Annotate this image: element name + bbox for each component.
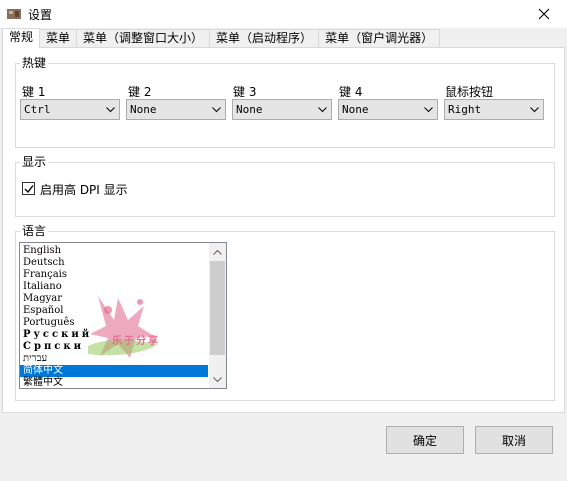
hotkeys-group: 热键 键 1 Ctrl 键 2 None 键 3 None 键 4 None 鼠…: [15, 55, 555, 148]
tab-general[interactable]: 常规: [2, 28, 41, 48]
key3-value: None: [236, 103, 263, 116]
list-item[interactable]: Magyar: [20, 293, 226, 305]
close-icon: [538, 8, 550, 20]
key4-label: 键 4: [339, 85, 363, 99]
tab-menu[interactable]: 菜单: [39, 29, 78, 48]
chevron-down-icon: [213, 376, 222, 382]
tab-menu-resize[interactable]: 菜单（调整窗口大小）: [76, 29, 211, 48]
hotkeys-group-title: 热键: [20, 55, 49, 71]
scroll-up-button[interactable]: [209, 243, 226, 260]
chevron-down-icon: [212, 100, 221, 119]
key1-select[interactable]: Ctrl: [20, 99, 120, 120]
app-icon: [7, 9, 21, 19]
key2-select[interactable]: None: [126, 99, 226, 120]
high-dpi-checkbox[interactable]: [22, 182, 35, 195]
language-list[interactable]: English Deutsch Français Italiano Magyar…: [19, 242, 227, 389]
language-group: 语言 English Deutsch Français Italiano Mag…: [15, 223, 555, 401]
tab-menu-launch[interactable]: 菜单（启动程序）: [209, 29, 320, 48]
key4-select[interactable]: None: [338, 99, 438, 120]
list-item[interactable]: Português: [20, 317, 226, 329]
tab-menu-dimmer[interactable]: 菜单（窗户调光器）: [318, 29, 441, 48]
mouse-button-select[interactable]: Right: [444, 99, 544, 120]
key1-label: 键 1: [22, 85, 46, 99]
key2-label: 键 2: [128, 85, 152, 99]
list-item[interactable]: 繁體中文: [20, 377, 226, 388]
tab-strip: 常规 菜单 菜单（调整窗口大小） 菜单（启动程序） 菜单（窗户调光器）: [2, 28, 441, 48]
close-button[interactable]: [521, 0, 567, 28]
chevron-down-icon: [530, 100, 539, 119]
key4-value: None: [342, 103, 369, 116]
window-title: 设置: [28, 8, 53, 22]
list-item[interactable]: Deutsch: [20, 257, 226, 269]
list-item[interactable]: Español: [20, 305, 226, 317]
list-item[interactable]: עברית: [20, 353, 226, 365]
checkmark-icon: [24, 184, 34, 193]
list-item[interactable]: English: [20, 245, 226, 257]
mouse-button-label: 鼠标按钮: [445, 85, 494, 99]
key3-label: 键 3: [233, 85, 257, 99]
display-group: 显示 启用高 DPI 显示: [15, 154, 555, 217]
title-bar: 设置: [0, 0, 567, 28]
list-item[interactable]: Français: [20, 269, 226, 281]
key2-value: None: [130, 103, 157, 116]
chevron-down-icon: [424, 100, 433, 119]
language-group-title: 语言: [20, 223, 49, 239]
language-list-scrollbar[interactable]: [209, 243, 226, 388]
high-dpi-label[interactable]: 启用高 DPI 显示: [40, 181, 128, 198]
scroll-thumb[interactable]: [210, 261, 225, 355]
mouse-button-value: Right: [448, 103, 482, 116]
tab-panel-general: 热键 键 1 Ctrl 键 2 None 键 3 None 键 4 None 鼠…: [2, 47, 565, 413]
scroll-down-button[interactable]: [209, 371, 226, 388]
key1-value: Ctrl: [24, 103, 51, 116]
ok-button[interactable]: 确定: [386, 426, 464, 454]
chevron-down-icon: [106, 100, 115, 119]
cancel-button[interactable]: 取消: [475, 426, 553, 454]
list-item[interactable]: Русский: [20, 329, 226, 341]
display-group-title: 显示: [20, 154, 49, 170]
list-item-selected[interactable]: 简体中文: [20, 365, 208, 377]
key3-select[interactable]: None: [232, 99, 332, 120]
chevron-down-icon: [318, 100, 327, 119]
list-item[interactable]: Српски: [20, 341, 226, 353]
chevron-up-icon: [213, 249, 222, 255]
list-item[interactable]: Italiano: [20, 281, 226, 293]
